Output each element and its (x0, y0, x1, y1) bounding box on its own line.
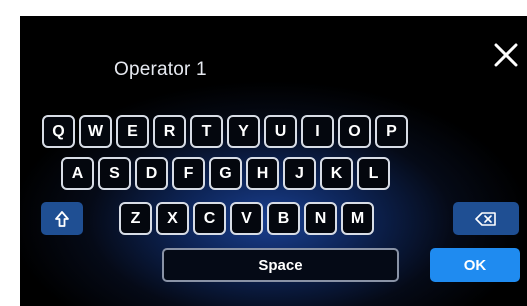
key-o[interactable]: O (338, 115, 371, 148)
backspace-icon (475, 211, 496, 226)
key-p[interactable]: P (375, 115, 408, 148)
key-a[interactable]: A (61, 157, 94, 190)
key-y[interactable]: Y (227, 115, 260, 148)
key-s[interactable]: S (98, 157, 131, 190)
key-k[interactable]: K (320, 157, 353, 190)
key-c[interactable]: C (193, 202, 226, 235)
keyboard-panel: Operator 1 Q W E R T Y U I O P A S D F G… (20, 16, 527, 306)
key-j[interactable]: J (283, 157, 316, 190)
key-x[interactable]: X (156, 202, 189, 235)
shift-icon (55, 210, 69, 227)
key-z[interactable]: Z (119, 202, 152, 235)
key-f[interactable]: F (172, 157, 205, 190)
input-value[interactable]: Operator 1 (114, 59, 207, 81)
key-h[interactable]: H (246, 157, 279, 190)
space-key[interactable]: Space (162, 248, 399, 282)
key-n[interactable]: N (304, 202, 337, 235)
close-icon (494, 43, 518, 67)
ok-button[interactable]: OK (430, 248, 520, 282)
key-w[interactable]: W (79, 115, 112, 148)
key-i[interactable]: I (301, 115, 334, 148)
key-v[interactable]: V (230, 202, 263, 235)
key-r[interactable]: R (153, 115, 186, 148)
shift-key[interactable] (41, 202, 83, 235)
key-q[interactable]: Q (42, 115, 75, 148)
key-l[interactable]: L (357, 157, 390, 190)
key-d[interactable]: D (135, 157, 168, 190)
close-button[interactable] (492, 41, 520, 69)
key-t[interactable]: T (190, 115, 223, 148)
key-u[interactable]: U (264, 115, 297, 148)
key-e[interactable]: E (116, 115, 149, 148)
key-m[interactable]: M (341, 202, 374, 235)
backspace-key[interactable] (453, 202, 519, 235)
key-g[interactable]: G (209, 157, 242, 190)
key-b[interactable]: B (267, 202, 300, 235)
